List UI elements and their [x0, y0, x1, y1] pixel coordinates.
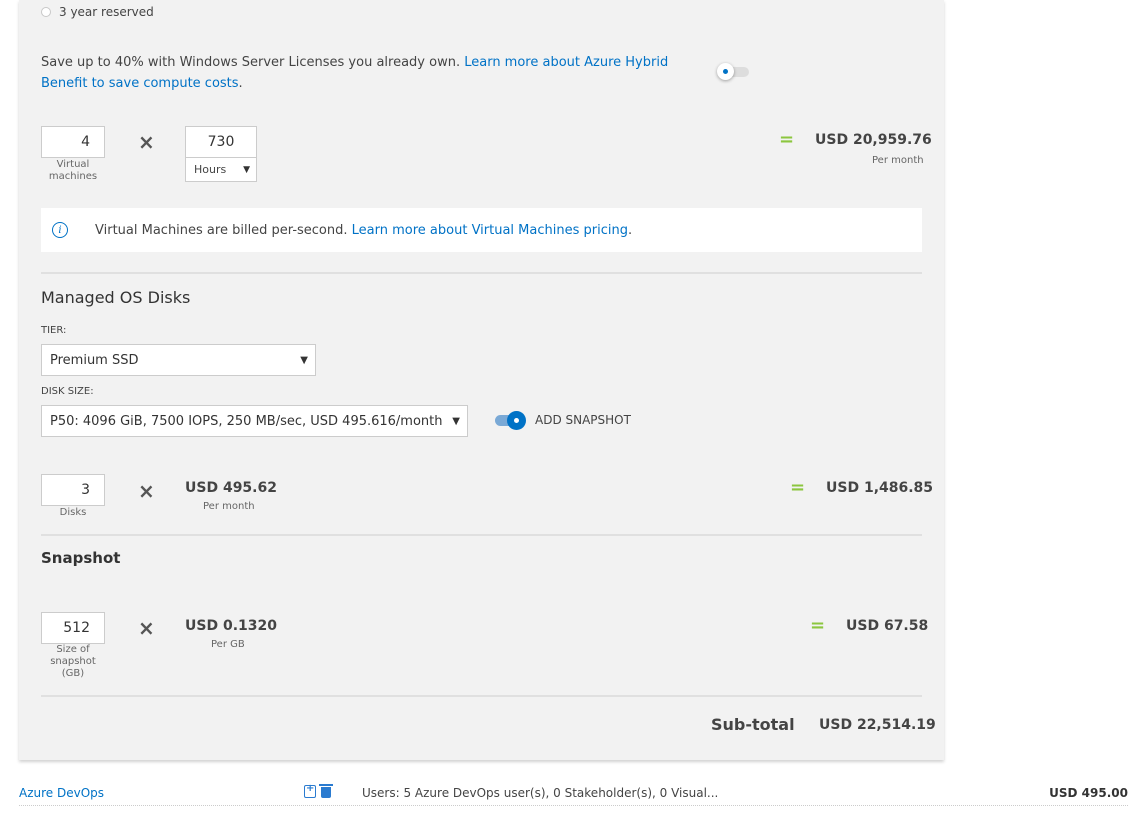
equals-icon: = — [810, 615, 826, 636]
info-icon: i — [52, 222, 68, 238]
disk-size-value: P50: 4096 GiB, 7500 IOPS, 250 MB/sec, US… — [50, 413, 443, 429]
hybrid-benefit-suffix: . — [238, 76, 243, 91]
hybrid-benefit-text: Save up to 40% with Windows Server Licen… — [41, 52, 681, 94]
hours-input[interactable]: 730 — [185, 126, 257, 158]
hybrid-benefit-toggle[interactable] — [717, 63, 749, 80]
vm-total-period: Per month — [872, 155, 924, 166]
tier-label: TIER: — [41, 325, 67, 336]
snapshot-title: Snapshot — [41, 549, 121, 567]
clone-icon[interactable] — [304, 783, 316, 798]
disk-count-input[interactable]: 3 — [41, 474, 105, 506]
subtotal-label: Sub-total — [711, 715, 795, 734]
disk-unit-price: USD 495.62 — [185, 480, 277, 496]
snapshot-size-caption: Size of snapshot (GB) — [50, 644, 96, 679]
chevron-down-icon: ▼ — [243, 164, 250, 175]
azure-devops-link[interactable]: Azure DevOps — [19, 786, 104, 800]
hours-unit-select[interactable]: Hours ▼ — [185, 157, 257, 182]
toggle-knob — [507, 411, 526, 430]
billing-info-description: Virtual Machines are billed per-second. — [95, 222, 352, 238]
disk-size-select[interactable]: P50: 4096 GiB, 7500 IOPS, 250 MB/sec, US… — [41, 405, 468, 437]
billing-info-suffix: . — [627, 222, 633, 238]
add-snapshot-toggle[interactable] — [495, 411, 528, 430]
tier-value: Premium SSD — [50, 352, 139, 368]
disk-unit-period: Per month — [203, 501, 255, 512]
disk-count-caption: Disks — [59, 507, 87, 518]
row-actions — [304, 783, 333, 798]
snapshot-unit-period: Per GB — [211, 639, 245, 650]
multiply-icon: × — [138, 479, 155, 503]
subtotal-value: USD 22,514.19 — [819, 717, 936, 733]
vm-count-input[interactable]: 4 — [41, 126, 105, 158]
item-summary: Users: 5 Azure DevOps user(s), 0 Stakeho… — [362, 786, 719, 800]
vm-count-caption: Virtual machines — [48, 159, 98, 182]
snapshot-size-input[interactable]: 512 — [41, 612, 105, 644]
vm-total-price: USD 20,959.76 — [815, 132, 932, 148]
toggle-knob — [717, 63, 734, 80]
hybrid-benefit-description: Save up to 40% with Windows Server Licen… — [41, 55, 465, 70]
tier-select[interactable]: Premium SSD ▼ — [41, 344, 316, 376]
billing-info-bar: i Virtual Machines are billed per-second… — [41, 208, 922, 252]
trash-icon[interactable] — [319, 784, 333, 798]
vm-pricing-link[interactable]: Learn more about Virtual Machines pricin… — [352, 223, 628, 238]
chevron-down-icon: ▼ — [452, 415, 460, 427]
item-price: USD 495.00 — [1049, 786, 1128, 800]
vm-estimate-panel — [19, 0, 944, 760]
chevron-down-icon: ▼ — [300, 354, 308, 366]
reservation-option-3-year[interactable]: 3 year reserved — [41, 5, 154, 19]
equals-icon: = — [779, 129, 795, 150]
estimate-item-row: Azure DevOps Users: 5 Azure DevOps user(… — [19, 782, 1128, 806]
add-snapshot-label: ADD SNAPSHOT — [535, 413, 631, 427]
reservation-option-label: 3 year reserved — [59, 5, 154, 19]
multiply-icon: × — [138, 130, 155, 154]
snapshot-unit-price: USD 0.1320 — [185, 618, 277, 634]
multiply-icon: × — [138, 616, 155, 640]
disk-size-label: DISK SIZE: — [41, 386, 94, 397]
equals-icon: = — [790, 477, 806, 498]
section-divider — [41, 272, 922, 274]
snapshot-total-price: USD 67.58 — [846, 618, 929, 634]
managed-disks-title: Managed OS Disks — [41, 288, 191, 307]
disk-total-price: USD 1,486.85 — [826, 480, 934, 496]
radio-button[interactable] — [41, 7, 51, 17]
section-divider — [41, 695, 922, 697]
hours-unit-value: Hours — [194, 163, 227, 176]
section-divider — [41, 534, 922, 536]
billing-info-text: Virtual Machines are billed per-second. … — [95, 223, 632, 238]
